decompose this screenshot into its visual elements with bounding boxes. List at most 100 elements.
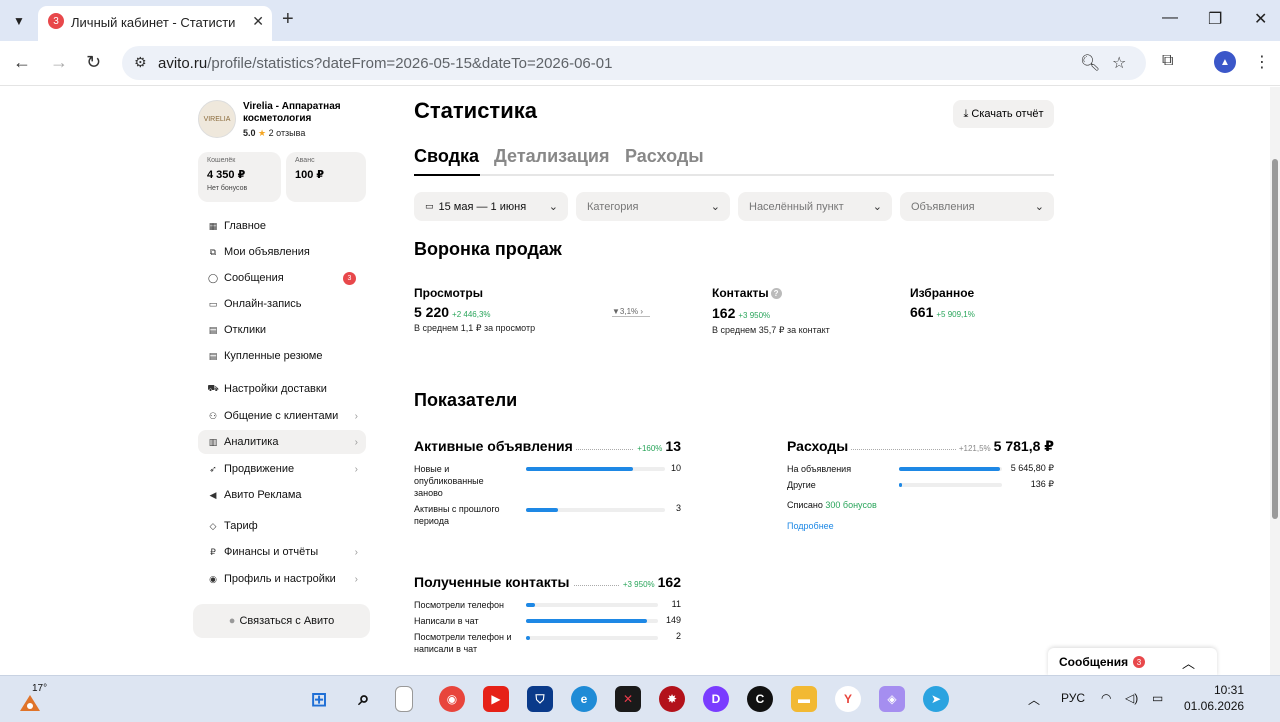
chevron-down-icon: ⌄ <box>1034 201 1044 213</box>
extensions-puzzle-icon[interactable]: ⧉ <box>1162 52 1173 70</box>
app-icon[interactable]: ✕ <box>615 686 641 712</box>
category-filter[interactable]: Категория ⌄ <box>576 192 730 221</box>
shop-logo[interactable]: VIRELIA <box>198 100 236 138</box>
browser-tab[interactable]: 3 Личный кабинет - Статистика ✕ <box>38 6 272 41</box>
calendar-icon: ▭ <box>208 298 218 309</box>
address-bar[interactable]: ⚙ avito.ru/profile/statistics?dateFrom=2… <box>122 46 1146 80</box>
sidebar-item-tariff[interactable]: ◇ Тариф <box>198 514 366 538</box>
period-filter[interactable]: ▭ 15 мая — 1 июня ⌄ <box>414 192 568 221</box>
bookmark-star-icon[interactable]: ☆ <box>1112 53 1126 73</box>
forward-arrow-icon[interactable]: → <box>50 52 68 73</box>
expenses-bar <box>899 483 1002 487</box>
active-tab-underline <box>414 174 480 176</box>
sidebar-item-online-booking[interactable]: ▭ Онлайн-запись <box>198 292 366 316</box>
statistics-tabs: Сводка Детализация Расходы <box>414 145 1054 176</box>
more-details-link[interactable]: Подробнее <box>787 521 834 531</box>
page-scrollbar[interactable] <box>1270 87 1280 675</box>
tray-chevron-up-icon[interactable]: ︿ <box>1028 691 1040 708</box>
sidebar-item-responses[interactable]: ▤ Отклики <box>198 318 366 342</box>
sidebar-item-avito-ads[interactable]: ◀ Авито Реклама <box>198 483 366 507</box>
calendar-icon: ▭ <box>425 201 434 211</box>
search-icon[interactable]: ⌕ <box>351 686 377 712</box>
shop-name[interactable]: Virelia - Аппаратная косметология <box>243 101 363 125</box>
app-icon[interactable]: C <box>747 686 773 712</box>
telegram-icon[interactable]: ➤ <box>923 686 949 712</box>
url-text[interactable]: avito.ru/profile/statistics?dateFrom=202… <box>158 55 612 72</box>
conversion-link[interactable]: ▼3,1% › <box>612 307 650 317</box>
truck-icon: ⛟ <box>207 383 219 393</box>
zoom-icon[interactable]: 🔍︎ <box>1080 53 1100 73</box>
file-icon[interactable] <box>395 686 413 712</box>
advance-card[interactable]: Аванс 100 ₽ <box>286 152 366 202</box>
reload-icon[interactable]: ↻ <box>86 52 101 73</box>
back-arrow-icon[interactable]: ← <box>13 52 31 73</box>
site-settings-icon[interactable]: ⚙ <box>134 54 147 71</box>
contacts-label: Контакты? <box>712 286 782 300</box>
weather-icon[interactable] <box>18 692 42 712</box>
windows-start-icon[interactable]: ⊞ <box>306 686 332 712</box>
sidebar-item-finance[interactable]: ₽ Финансы и отчёты › <box>198 540 366 564</box>
sidebar-item-delivery-settings[interactable]: ⛟ Настройки доставки <box>198 377 366 401</box>
chevron-down-icon: ⌄ <box>710 201 720 213</box>
scroll-thumb[interactable] <box>1272 159 1278 519</box>
edge-icon[interactable]: e <box>571 686 597 712</box>
menu-kebab-icon[interactable]: ⋮ <box>1254 52 1270 72</box>
active-ads-row-value: 3 <box>675 503 681 513</box>
expenses-row-label: На объявления <box>787 464 852 474</box>
wallet-card[interactable]: Кошелёк 4 350 ₽ Нет бонусов <box>198 152 281 202</box>
download-icon: ⤓ <box>963 107 969 120</box>
shield-app-icon[interactable]: ⛉ <box>527 686 553 712</box>
volume-icon[interactable]: ◁) <box>1125 691 1138 705</box>
chevron-up-icon[interactable]: ︿ <box>1182 653 1195 672</box>
chrome-icon[interactable]: ◉ <box>439 686 465 712</box>
profile-avatar-icon[interactable]: ▲ <box>1214 51 1236 73</box>
city-filter[interactable]: Населённый пункт ⌄ <box>738 192 892 221</box>
contacts-row-label: Написали в чат <box>414 616 479 626</box>
received-contacts-header: Полученные контакты +3 950% 162 <box>414 574 681 592</box>
download-report-button[interactable]: ⤓ Скачать отчёт <box>953 100 1054 128</box>
sidebar-item-my-ads[interactable]: ⧉ Мои объявления <box>198 240 366 264</box>
contact-avito-button[interactable]: ● Связаться с Авито <box>193 604 370 638</box>
messages-panel[interactable]: Сообщения 3 ︿ <box>1048 648 1217 676</box>
new-tab-plus-icon[interactable]: + <box>282 8 294 31</box>
sidebar-item-promotion[interactable]: ➶ Продвижение › <box>198 457 366 481</box>
sidebar-item-messages[interactable]: ◯ Сообщения 3 <box>198 266 366 290</box>
youtube-icon[interactable]: ▶ <box>483 686 509 712</box>
shop-rating[interactable]: 5.0 ★ 2 отзыва <box>243 128 305 139</box>
yandex-icon[interactable]: Y <box>835 686 861 712</box>
grid-icon: ▦ <box>208 220 218 231</box>
app-icon[interactable]: ◈ <box>879 686 905 712</box>
active-ads-row-label: Новые и опубликованные заново <box>414 464 484 498</box>
battery-icon[interactable]: ▭ <box>1152 691 1163 705</box>
minimize-icon[interactable]: — <box>1162 9 1178 27</box>
tab-details[interactable]: Детализация <box>494 146 610 167</box>
megaphone-icon: ◀ <box>209 489 217 500</box>
tab-summary[interactable]: Сводка <box>414 146 479 167</box>
user-icon: ◉ <box>209 573 217 584</box>
sidebar-item-client-communication[interactable]: ⚇ Общение с клиентами › <box>198 404 366 428</box>
favorites-value: 661 +5 909,1% <box>910 304 975 320</box>
active-ads-row-value: 10 <box>670 463 681 473</box>
chevron-right-icon: › <box>354 436 358 448</box>
folder-icon[interactable]: ▬ <box>791 686 817 712</box>
info-icon[interactable]: ? <box>770 288 782 300</box>
bonuses-written-off: Списано 300 бонусов <box>787 500 877 510</box>
sidebar-item-analytics[interactable]: ▥ Аналитика › <box>198 430 366 454</box>
os-taskbar: 17° ⊞ ⌕ ◉ ▶ ⛉ e ✕ ✸ D C ▬ Y ◈ ➤ ︿ РУС ◠ … <box>0 675 1280 722</box>
language-indicator[interactable]: РУС <box>1061 691 1085 705</box>
restore-icon[interactable]: ❐ <box>1208 9 1222 29</box>
sidebar-item-bought-resumes[interactable]: ▤ Купленные резюме <box>198 344 366 368</box>
close-icon[interactable]: ✕ <box>252 13 264 30</box>
window-close-icon[interactable]: ✕ <box>1254 9 1267 29</box>
chevron-right-icon: › <box>354 546 358 558</box>
ads-filter[interactable]: Объявления ⌄ <box>900 192 1054 221</box>
wifi-icon[interactable]: ◠ <box>1101 691 1111 705</box>
tab-search-chevron-icon[interactable]: ▼ <box>6 8 32 34</box>
sidebar-item-main[interactable]: ▦ Главное <box>198 214 366 238</box>
app-icon[interactable]: ✸ <box>659 686 685 712</box>
sidebar-item-profile-settings[interactable]: ◉ Профиль и настройки › <box>198 567 366 591</box>
app-icon[interactable]: D <box>703 686 729 712</box>
funnel-icon: ▼ <box>612 307 620 316</box>
tab-expenses[interactable]: Расходы <box>625 146 704 167</box>
system-clock[interactable]: 10:31 01.06.2026 <box>1184 682 1244 714</box>
